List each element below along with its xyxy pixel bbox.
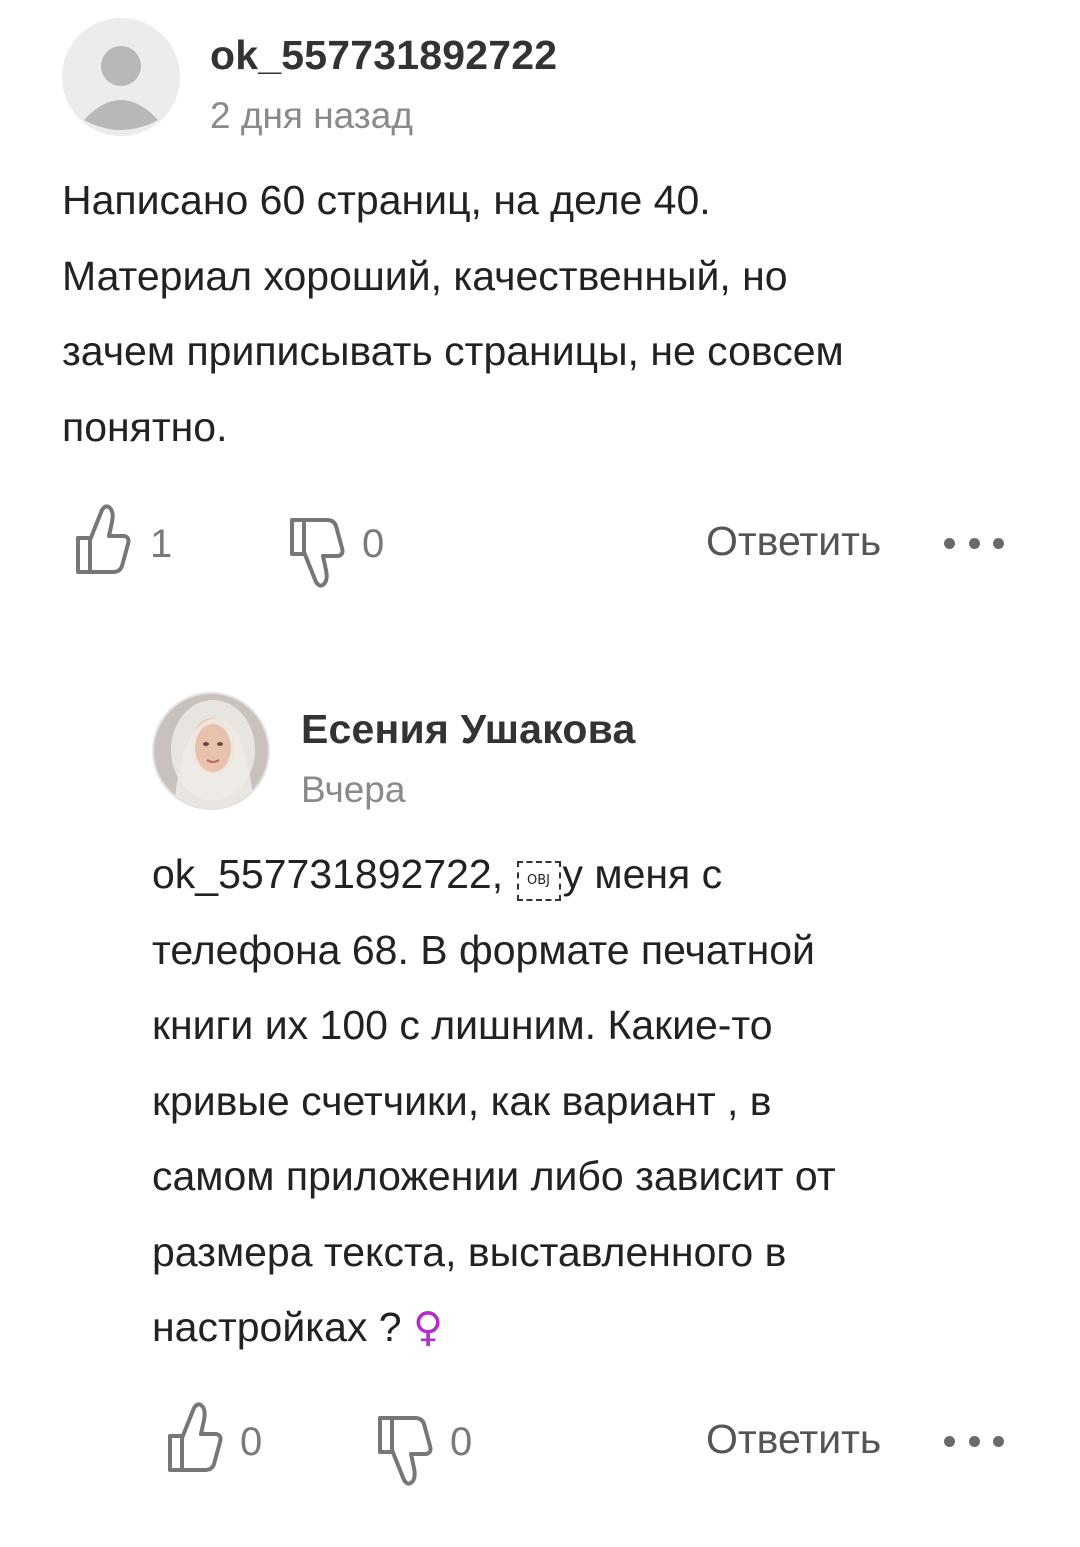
thumbs-down-icon[interactable] [374,1408,434,1488]
dislikes-count: 0 [362,522,385,566]
mentioned-user[interactable]: ok_557731892722, [152,851,503,897]
object-placeholder-icon: OBJ [516,861,561,901]
comment-text-line: ok_557731892722, OBJ у меня с [152,837,836,913]
comment-text-line: понятно. [62,403,228,450]
comment-text-line: Материал хороший, качественный, но [62,252,788,299]
comment-text-line: Написано 60 страниц, на деле 40. [62,177,711,223]
comment-text-line: зачем приписывать страницы, не совсем [62,328,844,374]
dislikes-count: 0 [450,1420,473,1464]
comment-text-fragment: у меня с [562,851,723,897]
thumbs-down-icon[interactable] [286,510,346,590]
comment-text-line: настройках ? ♀ [152,1290,836,1366]
comments-page: ok_557731892722 2 дня назад Написано 60 … [0,0,1080,1547]
comment: ok_557731892722 2 дня назад Написано 60 … [0,0,1080,630]
comment-text-line: кривые счетчики, как вариант , в [152,1077,772,1124]
likes-count: 0 [240,1420,263,1464]
user-photo-avatar[interactable] [152,692,270,810]
comment-text-line: самом приложении либо зависит от [152,1153,836,1199]
comment-actions: 1 0 Ответить [0,500,1080,590]
comment-text: Написано 60 страниц, на деле 40. Материа… [62,163,844,465]
comment-reply: Есения Ушакова Вчера ok_557731892722, OB… [0,630,1080,1547]
reply-button[interactable]: Ответить [706,518,881,565]
comment-actions: 0 0 Ответить [0,1398,1080,1488]
thumbs-up-icon[interactable] [164,1398,224,1478]
comment-time: 2 дня назад [210,95,413,136]
comment-time: Вчера [301,769,406,810]
comment-author[interactable]: ok_557731892722 [210,32,557,79]
more-options-icon[interactable] [944,1426,1004,1456]
comment-author[interactable]: Есения Ушакова [301,706,635,753]
user-avatar-icon[interactable] [62,18,180,136]
comment-text-fragment: настройках ? [152,1304,402,1350]
comment-text-line: книги их 100 с лишним. Какие-то [152,1002,773,1048]
likes-count: 1 [150,522,173,566]
comment-text-line: размера текста, выставленного в [152,1228,787,1275]
comment-text: ok_557731892722, OBJ у меня с телефона 68… [152,837,836,1366]
reply-button[interactable]: Ответить [706,1416,881,1463]
female-sign-icon: ♀ [412,1303,444,1351]
comment-text-line: телефона 68. В формате печатной [152,926,815,973]
more-options-icon[interactable] [944,528,1004,558]
thumbs-up-icon[interactable] [72,500,132,580]
